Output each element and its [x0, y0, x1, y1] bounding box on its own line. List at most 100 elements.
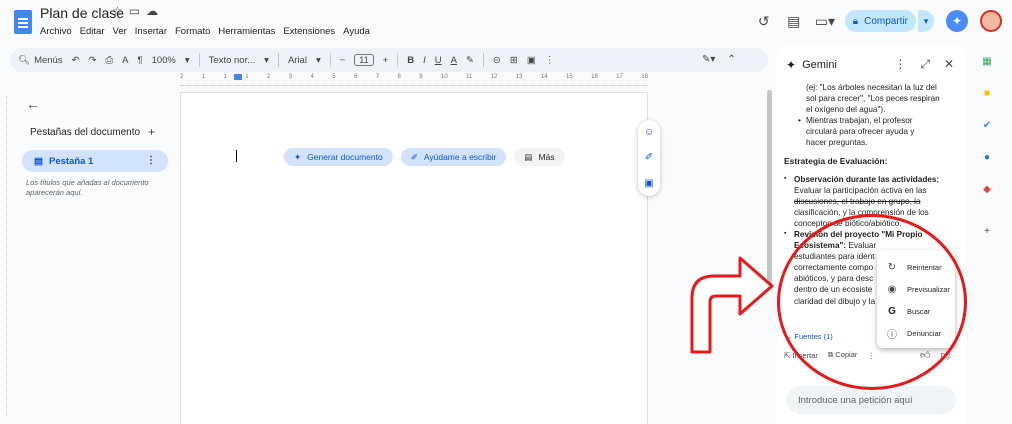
ruler-tick: 9: [419, 74, 423, 80]
eval-heading: Estrategia de Evaluación:: [784, 156, 888, 167]
tab-more-icon[interactable]: ⋮: [146, 155, 156, 166]
menu-formato[interactable]: Formato: [175, 26, 210, 37]
underline-icon[interactable]: U: [435, 55, 442, 66]
top-right-actions: ↺ ▤ ▭▾ 🔒︎ Compartir ▾ ✦: [755, 10, 1002, 32]
add-app-icon[interactable]: +: [980, 224, 994, 238]
title-icons: ☆▭☁: [112, 4, 164, 18]
undo-icon[interactable]: ↶: [72, 55, 80, 66]
tasks-icon[interactable]: ✔: [980, 118, 994, 132]
document-page[interactable]: [180, 92, 648, 424]
ruler-tick: 12: [490, 74, 498, 80]
history-icon[interactable]: ↺: [755, 13, 773, 30]
sheets-icon[interactable]: ▦: [980, 54, 994, 68]
ruler-tick: 16: [591, 74, 598, 80]
ruler-tick: 13: [515, 74, 523, 80]
menu-archivo[interactable]: Archivo: [40, 26, 72, 37]
edit-sparkle-icon[interactable]: ✐: [645, 152, 653, 163]
divider: [198, 53, 200, 67]
help-me-write-chip[interactable]: ✐ Ayúdame a escribir: [400, 148, 507, 166]
close-icon[interactable]: ✕: [944, 57, 954, 72]
comment-icon[interactable]: ⊞: [510, 55, 518, 66]
add-tab-icon[interactable]: +: [148, 125, 155, 139]
ruler-tick: 1: [245, 74, 249, 80]
star-icon[interactable]: ☆: [112, 4, 129, 18]
menu-ayuda[interactable]: Ayuda: [343, 26, 370, 37]
more-label: Más: [538, 152, 555, 162]
back-arrow-icon[interactable]: ←: [26, 96, 40, 112]
floating-toolbar: ☺ ✐ ▣: [638, 120, 660, 196]
comments-icon[interactable]: ▤: [785, 13, 803, 30]
image-icon[interactable]: ▣: [527, 55, 536, 66]
more-options-icon[interactable]: ⋮: [894, 57, 906, 72]
tab-doc-icon: ▤: [34, 155, 43, 167]
decrease-font-icon[interactable]: −: [340, 55, 346, 66]
tabs-panel-title: Pestañas del documento: [30, 127, 141, 138]
avatar[interactable]: [980, 10, 1002, 32]
menu-ver[interactable]: Ver: [113, 26, 127, 37]
ruler-tick: 17: [616, 74, 623, 80]
menu-extensiones[interactable]: Extensiones: [283, 26, 335, 37]
font-size-input[interactable]: 11: [354, 54, 374, 66]
add-emoji-icon[interactable]: ☺: [644, 127, 654, 138]
side-apps: ▦ ■ ✔ ● ◆ +: [980, 54, 994, 238]
search-icon: 🔍︎: [18, 54, 31, 66]
font-select[interactable]: Arial: [288, 55, 307, 66]
expand-icon[interactable]: ⤢: [920, 57, 930, 72]
collapse-icon[interactable]: ⌃: [727, 54, 735, 65]
ruler-tick: 18: [641, 74, 648, 80]
image-sparkle-icon[interactable]: ▣: [644, 178, 653, 189]
response-line: (ej: "Los árboles necesitan la luz del: [806, 83, 937, 92]
cloud-icon[interactable]: ☁: [146, 4, 164, 18]
share-dropdown-button[interactable]: ▾: [918, 10, 934, 32]
font-chevron-icon[interactable]: ▾: [316, 55, 321, 66]
divider: [329, 53, 331, 67]
help-write-label: Ayúdame a escribir: [423, 152, 497, 162]
italic-icon[interactable]: I: [423, 55, 426, 66]
spellcheck-icon[interactable]: A: [122, 55, 128, 66]
divider: [482, 53, 484, 67]
tab-pestana-1[interactable]: ▤ Pestaña 1 ⋮: [22, 150, 168, 172]
zoom-chevron-icon[interactable]: ▾: [185, 55, 190, 66]
gemini-star-icon: ✦: [786, 58, 797, 72]
ruler-tick: 7: [375, 74, 380, 80]
generate-label: Generar documento: [307, 152, 383, 162]
ruler-tick: 4: [310, 74, 314, 80]
menu-herramientas[interactable]: Herramientas: [218, 26, 275, 37]
ruler-tick: 11: [466, 74, 473, 80]
style-chevron-icon[interactable]: ▾: [264, 55, 269, 66]
obs-item: Observación durante las actividades:: [784, 174, 958, 185]
print-icon[interactable]: ⎙: [106, 55, 114, 66]
link-icon[interactable]: ⊝: [493, 55, 501, 66]
ruler-indent-marker[interactable]: [234, 74, 242, 80]
menus-search[interactable]: 🔍︎ Menús: [18, 55, 63, 66]
vertical-ruler: [6, 96, 12, 416]
style-select[interactable]: Texto nor...: [209, 55, 255, 66]
lock-icon: 🔒︎: [852, 15, 859, 27]
gemini-prompt-input[interactable]: Introduce una petición aquí: [786, 386, 956, 414]
obs-title: Observación durante las actividades:: [794, 174, 940, 184]
menu-insertar[interactable]: Insertar: [135, 26, 167, 37]
more-icon[interactable]: ⋮: [545, 55, 555, 66]
zoom-select[interactable]: 100%: [152, 55, 176, 66]
increase-font-icon[interactable]: +: [383, 55, 389, 66]
meet-icon[interactable]: ▭▾: [815, 13, 835, 30]
generate-document-chip[interactable]: ✦ Generar documento: [284, 148, 393, 166]
ruler-tick: 15: [566, 74, 573, 80]
more-chip[interactable]: ▤ Más: [514, 148, 565, 166]
highlight-icon[interactable]: ✎: [466, 55, 474, 66]
gemini-button[interactable]: ✦: [946, 10, 968, 32]
paint-format-icon[interactable]: ¶: [137, 55, 142, 66]
pencil-icon[interactable]: ✎▾: [702, 54, 715, 65]
redo-icon[interactable]: ↷: [89, 55, 97, 66]
contacts-icon[interactable]: ●: [980, 150, 994, 164]
menu-editar[interactable]: Editar: [80, 26, 105, 37]
maps-icon[interactable]: ◆: [980, 182, 994, 196]
keep-icon[interactable]: ■: [980, 86, 994, 100]
share-button[interactable]: 🔒︎ Compartir: [844, 10, 916, 32]
insert-icon: ⇱: [784, 350, 791, 360]
bold-icon[interactable]: B: [407, 55, 414, 66]
text-color-icon[interactable]: A: [451, 55, 457, 66]
folder-icon[interactable]: ▭: [129, 4, 146, 18]
docs-logo-icon[interactable]: [14, 10, 32, 34]
ruler-tick: 14: [540, 74, 548, 80]
